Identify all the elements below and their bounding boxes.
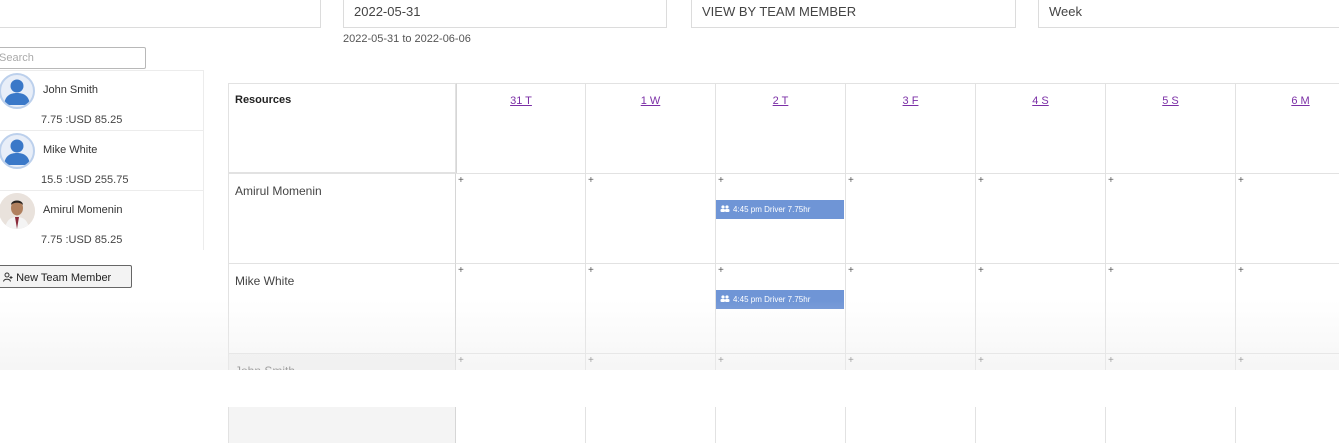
add-shift-icon[interactable]: + (848, 176, 854, 186)
shift-event[interactable]: 4:45 pm Driver 7.75hr (716, 290, 844, 309)
member-name: Mike White (43, 144, 98, 156)
schedule-cell[interactable]: + (586, 263, 716, 353)
schedule-cell[interactable]: + (1106, 263, 1236, 353)
add-shift-icon[interactable]: + (718, 266, 724, 276)
add-shift-icon[interactable]: + (718, 356, 724, 366)
member-name: John Smith (43, 84, 99, 96)
member-rate: 7.75 :USD 85.25 (41, 114, 123, 126)
period-select[interactable]: Week (1038, 0, 1339, 28)
schedule-cell[interactable]: + (976, 263, 1106, 353)
shift-event-text: 4:45 pm Driver 7.75hr (733, 205, 811, 214)
add-shift-icon[interactable]: + (588, 176, 594, 186)
date-range-label: 2022-05-31 to 2022-06-06 (343, 33, 471, 45)
new-team-member-label: New Team Member (16, 272, 112, 284)
add-shift-icon[interactable]: + (848, 356, 854, 366)
search-input[interactable] (0, 47, 146, 69)
day-link[interactable]: 31 T (510, 95, 532, 107)
add-shift-icon[interactable]: + (588, 356, 594, 366)
person-icon (0, 73, 35, 109)
shift-event[interactable]: 4:45 pm Driver 7.75hr (716, 200, 844, 219)
add-shift-icon[interactable]: + (978, 356, 984, 366)
add-shift-icon[interactable]: + (978, 266, 984, 276)
resource-name: Amirul Momenin (228, 173, 456, 263)
schedule-cell[interactable]: + (846, 263, 976, 353)
add-shift-icon[interactable]: + (1108, 266, 1114, 276)
add-shift-icon[interactable]: + (1238, 356, 1244, 366)
day-header: 6 M (1236, 83, 1339, 173)
people-icon (720, 295, 733, 304)
schedule-cell[interactable]: +4:45 pm Driver 7.75hr (716, 263, 846, 353)
schedule-cell[interactable]: + (586, 173, 716, 263)
people-icon (720, 205, 733, 214)
add-shift-icon[interactable]: + (848, 266, 854, 276)
day-link[interactable]: 3 F (903, 95, 919, 107)
add-shift-icon[interactable]: + (718, 176, 724, 186)
schedule-cell[interactable]: + (976, 173, 1106, 263)
add-shift-icon[interactable]: + (1238, 176, 1244, 186)
schedule-cell[interactable]: + (456, 263, 586, 353)
member-rate: 15.5 :USD 255.75 (41, 174, 129, 186)
day-link[interactable]: 4 S (1032, 95, 1049, 107)
day-header: 2 T (716, 83, 846, 173)
schedule-cell[interactable]: + (846, 173, 976, 263)
add-shift-icon[interactable]: + (458, 266, 464, 276)
member-name: Amirul Momenin (43, 204, 123, 216)
resource-name: Mike White (228, 263, 456, 353)
add-shift-icon[interactable]: + (1108, 356, 1114, 366)
toolbar-field-left[interactable] (0, 0, 321, 28)
day-header: 4 S (976, 83, 1106, 173)
add-shift-icon[interactable]: + (1108, 176, 1114, 186)
add-shift-icon[interactable]: + (458, 356, 464, 366)
day-link[interactable]: 5 S (1162, 95, 1179, 107)
day-link[interactable]: 2 T (773, 95, 789, 107)
day-header: 5 S (1106, 83, 1236, 173)
add-shift-icon[interactable]: + (978, 176, 984, 186)
add-shift-icon[interactable]: + (458, 176, 464, 186)
day-header: 3 F (846, 83, 976, 173)
schedule-cell[interactable]: + (1236, 173, 1339, 263)
schedule-cell[interactable]: +4:45 pm Driver 7.75hr (716, 173, 846, 263)
user-photo-avatar (0, 193, 35, 229)
day-link[interactable]: 1 W (641, 95, 661, 107)
date-picker[interactable]: 2022-05-31 (343, 0, 667, 28)
add-shift-icon[interactable]: + (1238, 266, 1244, 276)
person-icon (0, 133, 35, 169)
day-header: 31 T (456, 83, 586, 173)
shift-event-text: 4:45 pm Driver 7.75hr (733, 295, 811, 304)
member-rate: 7.75 :USD 85.25 (41, 234, 123, 246)
day-header: 1 W (586, 83, 716, 173)
schedule-cell[interactable]: + (456, 173, 586, 263)
view-mode-select[interactable]: VIEW BY TEAM MEMBER (691, 0, 1016, 28)
new-team-member-button[interactable]: New Team Member (0, 265, 132, 288)
member-item-mike-white[interactable]: Mike White 15.5 :USD 255.75 (0, 130, 204, 190)
resources-header: Resources (228, 83, 456, 173)
add-shift-icon[interactable]: + (588, 266, 594, 276)
day-link[interactable]: 6 M (1291, 95, 1309, 107)
schedule-cell[interactable]: + (1236, 263, 1339, 353)
add-user-icon (3, 272, 16, 284)
member-item-amirul-momenin[interactable]: Amirul Momenin 7.75 :USD 85.25 (0, 190, 204, 250)
member-item-john-smith[interactable]: John Smith 7.75 :USD 85.25 (0, 70, 204, 130)
schedule-cell[interactable]: + (1106, 173, 1236, 263)
